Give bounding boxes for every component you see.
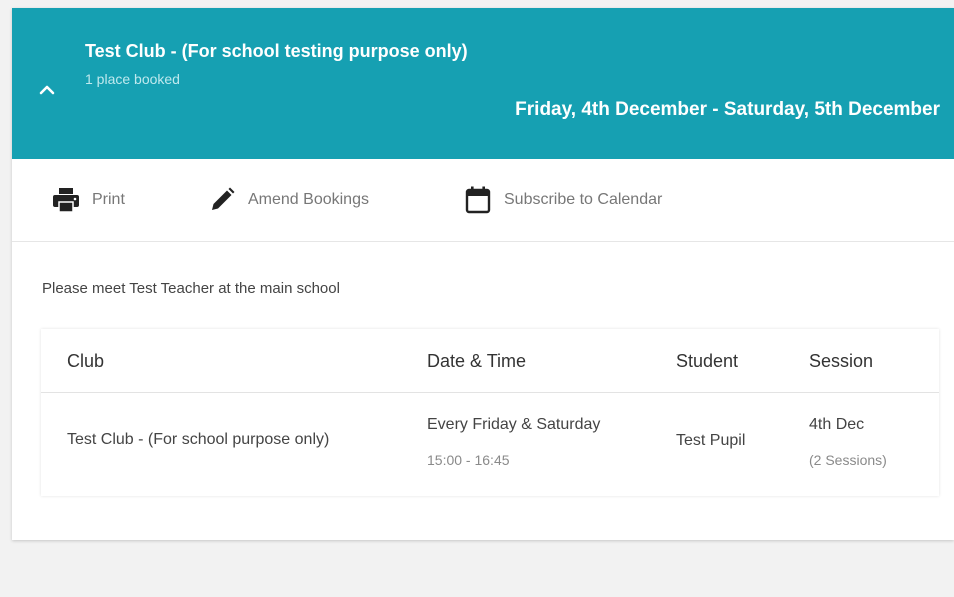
places-booked: 1 place booked xyxy=(85,71,180,87)
subscribe-calendar-button[interactable]: Subscribe to Calendar xyxy=(464,185,662,215)
header-session: Session xyxy=(809,351,874,371)
row-session-count: (2 Sessions) xyxy=(809,452,887,468)
date-range: Friday, 4th December - Saturday, 5th Dec… xyxy=(515,99,940,120)
row-club: Test Club - (For school purpose only) xyxy=(67,431,330,448)
header-club: Club xyxy=(67,351,105,371)
club-title: Test Club - (For school testing purpose … xyxy=(85,41,468,61)
booking-card: Test Club - (For school testing purpose … xyxy=(12,8,954,540)
pencil-icon xyxy=(208,186,236,214)
amend-bookings-label: Amend Bookings xyxy=(248,191,369,208)
table-header: Club Date & Time Student Session xyxy=(41,329,939,393)
print-button[interactable]: Print xyxy=(52,185,125,215)
row-time: 15:00 - 16:45 xyxy=(427,452,510,468)
row-student: Test Pupil xyxy=(676,432,746,449)
printer-icon xyxy=(52,186,80,214)
amend-bookings-button[interactable]: Amend Bookings xyxy=(208,185,369,215)
row-session-date: 4th Dec xyxy=(809,416,865,433)
print-label: Print xyxy=(92,191,125,208)
row-schedule: Every Friday & Saturday xyxy=(427,416,601,433)
booking-toolbar: Print Amend Bookings Subscribe to Calend… xyxy=(12,159,954,242)
header-student: Student xyxy=(676,351,739,371)
booking-header[interactable]: Test Club - (For school testing purpose … xyxy=(12,8,954,159)
booking-table: Club Date & Time Student Session Test Cl… xyxy=(41,329,939,496)
collapse-chevron-up-icon[interactable] xyxy=(38,80,56,98)
subscribe-calendar-label: Subscribe to Calendar xyxy=(504,191,663,208)
meeting-notice: Please meet Test Teacher at the main sch… xyxy=(42,280,340,297)
header-date-time: Date & Time xyxy=(427,351,527,371)
calendar-icon xyxy=(464,186,492,214)
